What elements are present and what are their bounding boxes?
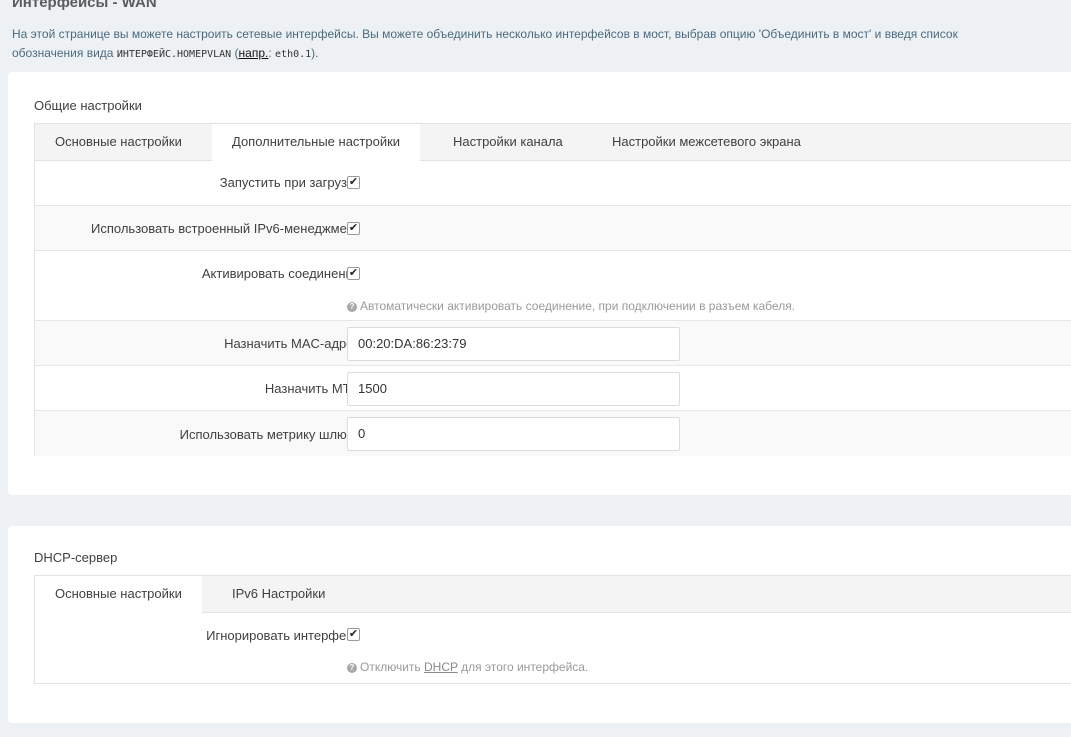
general-tabs: Основные настройки Дополнительные настро… <box>34 123 1071 161</box>
auto-connect-checkbox[interactable]: ✔ <box>347 267 360 280</box>
autostart-label: Запустить при загрузке <box>219 175 360 190</box>
mac-address-input[interactable]: 00:20:DA:86:23:79 <box>347 327 680 361</box>
tab-firewall-settings[interactable]: Настройки межсетевого экрана <box>592 124 821 161</box>
row-gateway-metric: Использовать метрику шлюза 0 <box>35 410 1071 456</box>
row-ignore-interface: Игнорировать интерфейс ✔ ? Отключить DHCP… <box>35 613 1071 684</box>
tab-dhcp-basic-settings[interactable]: Основные настройки <box>35 576 202 613</box>
dhcp-form: Игнорировать интерфейс ✔ ? Отключить DHCP… <box>34 613 1071 684</box>
ipv6-management-label: Использовать встроенный IPv6-менеджмент <box>91 221 360 236</box>
dhcp-tabs: Основные настройки IPv6 Настройки <box>34 575 1071 613</box>
auto-connect-hint: ? Автоматически активировать соединение, … <box>347 299 795 313</box>
row-mac-address: Назначить MAC-адрес 00:20:DA:86:23:79 <box>35 320 1071 366</box>
section-title-general: Общие настройки <box>34 98 142 113</box>
ipv6-management-checkbox[interactable]: ✔ <box>347 222 360 235</box>
page-description: На этой странице вы можете настроить сет… <box>12 27 958 60</box>
gateway-metric-label: Использовать метрику шлюза <box>179 427 360 442</box>
row-ipv6-management: Использовать встроенный IPv6-менеджмент … <box>35 205 1071 251</box>
row-auto-connect: Активировать соединение ✔ ? Автоматически… <box>35 250 1071 321</box>
row-mtu: Назначить MTU 1500 <box>35 365 1071 411</box>
mtu-input[interactable]: 1500 <box>347 372 680 406</box>
ignore-interface-label: Игнорировать интерфейс <box>206 628 360 643</box>
autostart-checkbox[interactable]: ✔ <box>347 176 360 189</box>
dhcp-server-panel: DHCP-сервер Основные настройки IPv6 Наст… <box>8 526 1071 723</box>
ignore-interface-hint: ? Отключить DHCP для этого интерфейса. <box>347 660 588 674</box>
gateway-metric-input[interactable]: 0 <box>347 417 680 451</box>
mtu-label: Назначить MTU <box>264 381 360 396</box>
row-autostart: Запустить при загрузке ✔ <box>35 161 1071 206</box>
tab-link-settings[interactable]: Настройки канала <box>433 124 583 161</box>
section-title-dhcp: DHCP-сервер <box>34 550 118 565</box>
help-icon: ? <box>347 663 357 673</box>
auto-connect-label: Активировать соединение <box>201 266 360 281</box>
ignore-interface-checkbox[interactable]: ✔ <box>347 628 360 641</box>
help-icon: ? <box>347 302 357 312</box>
general-form: Запустить при загрузке ✔ Использовать вс… <box>34 161 1071 456</box>
tab-advanced-settings[interactable]: Дополнительные настройки <box>212 124 421 161</box>
example-abbr: напр. <box>238 46 269 60</box>
mac-address-label: Назначить MAC-адрес <box>224 336 360 351</box>
dhcp-abbr: DHCP <box>424 660 458 674</box>
page-title: Интерфейсы - WAN <box>12 0 157 11</box>
general-settings-panel: Общие настройки Основные настройки Допол… <box>8 72 1071 495</box>
tab-dhcp-ipv6-settings[interactable]: IPv6 Настройки <box>212 576 345 613</box>
tab-basic-settings[interactable]: Основные настройки <box>35 124 202 161</box>
